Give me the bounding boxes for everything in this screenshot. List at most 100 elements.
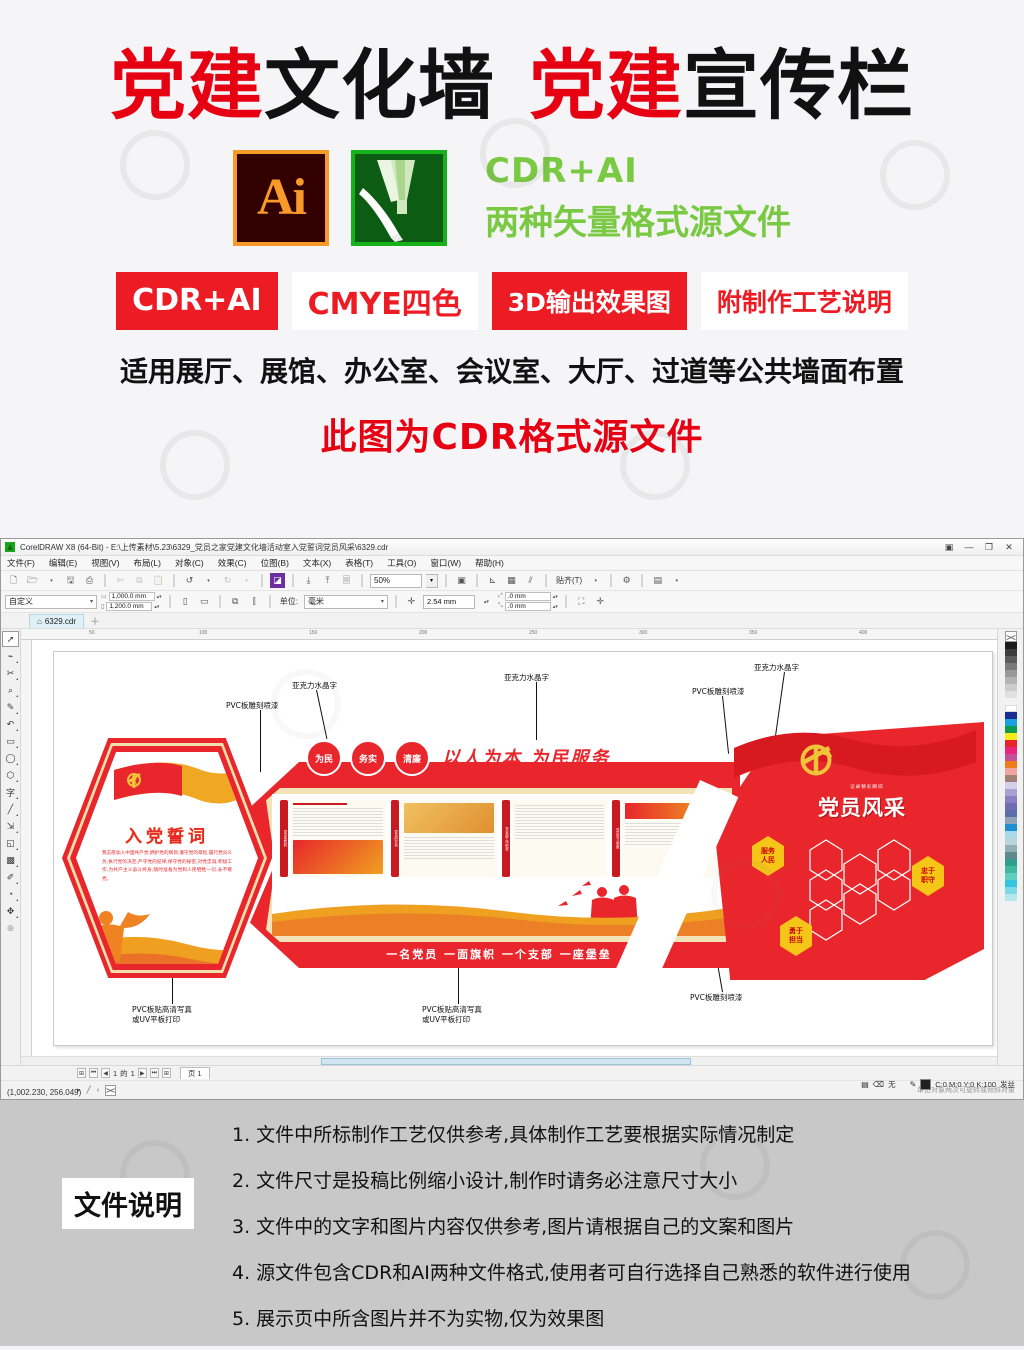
parallel-dimension-tool[interactable]: ╱ xyxy=(2,801,19,817)
menu-item-help[interactable]: 帮助(H) xyxy=(475,557,504,569)
fullscreen-preview-icon[interactable]: ▣ xyxy=(454,573,469,588)
application-launcher-icon[interactable]: ▤ xyxy=(650,573,665,588)
no-color-swatch[interactable] xyxy=(1004,631,1017,642)
minimize-icon[interactable]: — xyxy=(963,542,975,552)
duplicate-y-input[interactable]: .0 mm xyxy=(504,602,551,611)
drop-shadow-tool[interactable]: ◱ xyxy=(2,835,19,851)
search-content-icon[interactable]: ◪ xyxy=(270,573,285,588)
ellipse-tool[interactable]: ◯ xyxy=(2,750,19,766)
menu-item-tools[interactable]: 工具(O) xyxy=(387,557,416,569)
chevron-down-icon[interactable]: ▾ xyxy=(201,573,216,588)
color-swatch[interactable] xyxy=(1004,775,1017,782)
color-swatch[interactable] xyxy=(1004,768,1017,775)
document-tab[interactable]: ⌂ 6329.cdr xyxy=(29,613,84,628)
freehand-tool[interactable]: ✎ xyxy=(2,699,19,715)
color-swatch[interactable] xyxy=(1004,859,1017,866)
chevron-down-icon[interactable]: ▾ xyxy=(588,573,603,588)
menu-item-window[interactable]: 窗口(W) xyxy=(430,557,461,569)
outline-color-swatch[interactable] xyxy=(920,1079,932,1090)
nudge-distance-input[interactable]: 2.54 mm xyxy=(422,594,475,609)
spinner-icon[interactable]: ▴▾ xyxy=(553,604,558,609)
print-icon[interactable]: ⎙ xyxy=(82,573,97,588)
units-select[interactable]: 毫米 ▾ xyxy=(303,594,388,609)
color-swatch[interactable] xyxy=(1004,789,1017,796)
spinner-icon[interactable]: ▴▾ xyxy=(157,594,162,599)
import-icon[interactable]: ⤓ xyxy=(301,573,316,588)
menu-item-file[interactable]: 文件(F) xyxy=(7,557,35,569)
color-swatch[interactable] xyxy=(1004,663,1017,670)
paste-icon[interactable]: 📋 xyxy=(151,573,166,588)
horizontal-scrollbar[interactable] xyxy=(21,1056,997,1065)
maximize-icon[interactable]: ❐ xyxy=(983,542,995,553)
color-swatch[interactable] xyxy=(1004,649,1017,656)
menu-item-layout[interactable]: 布局(L) xyxy=(134,557,161,569)
color-eyedropper-tool[interactable]: ✐ xyxy=(2,869,19,885)
design-page[interactable]: PVC板雕刻喷漆 亚克力水晶字 亚克力水晶字 亚克力水晶字 PVC板雕刻喷漆 P… xyxy=(53,651,993,1046)
horizontal-ruler[interactable]: 50 100 150 200 250 300 350 400 xyxy=(21,629,997,640)
menu-item-object[interactable]: 对象(C) xyxy=(175,557,204,569)
color-swatch[interactable] xyxy=(1004,677,1017,684)
cut-icon[interactable]: ✄ xyxy=(113,573,128,588)
color-swatch[interactable] xyxy=(1004,670,1017,677)
menu-item-table[interactable]: 表格(T) xyxy=(345,557,373,569)
color-swatch[interactable] xyxy=(1004,712,1017,719)
page-preset-select[interactable]: 自定义 ▾ xyxy=(5,594,97,609)
duplicate-x-input[interactable]: .0 mm xyxy=(504,592,551,601)
redo-icon[interactable]: ↻ xyxy=(220,573,235,588)
color-swatch[interactable] xyxy=(1004,803,1017,810)
zoom-dropdown-icon[interactable]: ▾ xyxy=(426,573,438,588)
color-swatch[interactable] xyxy=(1004,719,1017,726)
previous-page-icon[interactable]: ◀ xyxy=(101,1068,110,1078)
undo-icon[interactable]: ↺ xyxy=(182,573,197,588)
color-swatch[interactable] xyxy=(1004,684,1017,691)
chevron-down-icon[interactable]: ▾ xyxy=(239,573,254,588)
no-fill-swatch[interactable] xyxy=(105,1084,117,1096)
color-swatch[interactable] xyxy=(1004,726,1017,733)
portrait-orientation-icon[interactable]: ▯ xyxy=(178,594,193,609)
spinner-icon[interactable]: ▴▾ xyxy=(553,594,558,599)
new-tab-icon[interactable]: ＋ xyxy=(90,613,100,628)
rectangle-tool[interactable]: ▭ xyxy=(2,733,19,749)
color-swatch[interactable] xyxy=(1004,642,1017,649)
outline-tool[interactable]: ⊕ xyxy=(2,920,19,936)
smart-drawing-tool[interactable]: ✥ xyxy=(2,903,19,919)
color-swatch[interactable] xyxy=(1004,894,1017,901)
interactive-fill-tool[interactable]: ◔ xyxy=(2,886,19,902)
chevron-down-icon[interactable]: ▾ xyxy=(669,573,684,588)
vertical-ruler[interactable] xyxy=(21,640,32,1065)
color-swatch[interactable] xyxy=(1004,698,1017,705)
color-swatch[interactable] xyxy=(1004,880,1017,887)
color-swatch[interactable] xyxy=(1004,761,1017,768)
landscape-orientation-icon[interactable]: ▭ xyxy=(197,594,212,609)
color-swatch[interactable] xyxy=(1004,740,1017,747)
all-pages-icon[interactable]: ⧉ xyxy=(228,594,243,609)
crop-tool[interactable]: ✂ xyxy=(2,665,19,681)
color-palette[interactable] xyxy=(997,629,1023,1065)
menu-item-effects[interactable]: 效果(C) xyxy=(218,557,247,569)
text-tool[interactable]: 字 xyxy=(2,784,19,800)
publish-pdf-icon[interactable]: 🗏 xyxy=(339,573,354,588)
color-swatch[interactable] xyxy=(1004,824,1017,831)
color-swatch[interactable] xyxy=(1004,838,1017,845)
show-guides-icon[interactable]: ⫽ xyxy=(523,573,538,588)
restore-down-icon[interactable]: ▣ xyxy=(943,542,955,553)
spinner-icon[interactable]: ▴▾ xyxy=(154,604,159,609)
snap-to-label[interactable]: 贴齐(T) xyxy=(554,575,584,586)
color-swatch[interactable] xyxy=(1004,887,1017,894)
add-page-icon[interactable]: ✛ xyxy=(593,594,608,609)
chevron-down-icon[interactable]: ▾ xyxy=(44,573,59,588)
spinner-icon[interactable]: ▴▾ xyxy=(479,594,494,609)
last-page-icon[interactable]: ⏭ xyxy=(149,1068,159,1078)
menu-item-view[interactable]: 视图(V) xyxy=(91,557,119,569)
palette-swatches[interactable] xyxy=(1004,642,1017,901)
save-icon[interactable]: 🖫 xyxy=(63,573,78,588)
color-swatch[interactable] xyxy=(1004,782,1017,789)
color-swatch[interactable] xyxy=(1004,705,1017,712)
color-swatch[interactable] xyxy=(1004,831,1017,838)
page-width-input[interactable]: 1,000.0 mm xyxy=(108,592,155,601)
straight-line-connector-tool[interactable]: ⇲ xyxy=(2,818,19,834)
color-swatch[interactable] xyxy=(1004,754,1017,761)
edit-page-border-icon[interactable]: ⛶ xyxy=(574,594,589,609)
color-swatch[interactable] xyxy=(1004,845,1017,852)
color-swatch[interactable] xyxy=(1004,796,1017,803)
